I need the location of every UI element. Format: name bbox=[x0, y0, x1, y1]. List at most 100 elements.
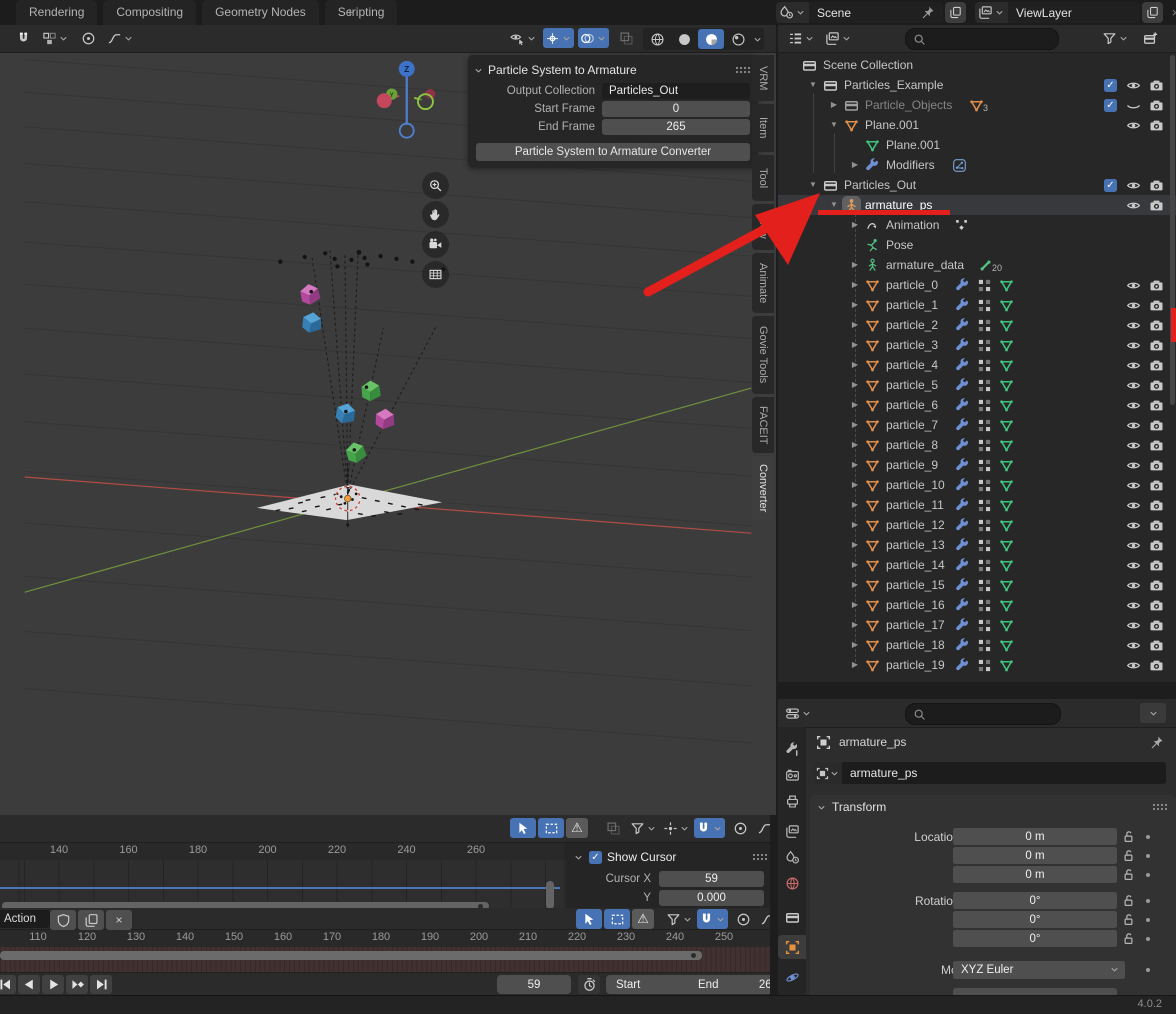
workspace-tab-geometry-nodes[interactable]: Geometry Nodes bbox=[202, 0, 319, 25]
disclosure-closed-icon[interactable]: ▶ bbox=[848, 355, 862, 375]
scale-field-partial[interactable] bbox=[953, 988, 1117, 995]
viewlayer-remove-button[interactable]: × bbox=[1165, 2, 1176, 23]
eye-toggle[interactable] bbox=[1126, 78, 1141, 93]
tree-button[interactable] bbox=[786, 28, 817, 48]
outliner-row-particle-14[interactable]: ▶particle_14 bbox=[778, 555, 1176, 575]
lock-icon[interactable] bbox=[1121, 829, 1136, 844]
breadcrumb-object-name[interactable]: armature_ps bbox=[839, 735, 906, 749]
sidebar-tab-tool[interactable]: Tool bbox=[752, 155, 774, 201]
outliner-row-particle-12[interactable]: ▶particle_12 bbox=[778, 515, 1176, 535]
meshdata-indicator[interactable] bbox=[999, 598, 1014, 613]
overlayic-button[interactable] bbox=[578, 28, 609, 48]
boxsel-button[interactable] bbox=[604, 909, 630, 929]
falloff-button[interactable] bbox=[105, 28, 136, 48]
use-preview-range-button[interactable] bbox=[578, 975, 600, 994]
field-output-collection[interactable]: Particles_Out bbox=[602, 83, 750, 99]
camera-toggle[interactable] bbox=[1149, 278, 1164, 293]
enable-checkbox[interactable]: ✓ bbox=[1104, 99, 1117, 112]
sidebar-tab-faceit[interactable]: FACEIT bbox=[752, 397, 774, 453]
ballmat-button[interactable] bbox=[698, 29, 724, 49]
outliner-row-animation[interactable]: ▶Animation bbox=[778, 215, 1176, 235]
camera-toggle[interactable] bbox=[1149, 658, 1164, 673]
scene-copy-button[interactable] bbox=[945, 2, 966, 23]
sidebar-tab-converter[interactable]: Converter bbox=[752, 456, 774, 520]
camera-toggle[interactable] bbox=[1149, 298, 1164, 313]
vgroup-indicator[interactable] bbox=[977, 298, 992, 313]
zoom-button[interactable] bbox=[422, 172, 449, 199]
outliner-row-armature-ps[interactable]: ▼armature_ps bbox=[778, 195, 1176, 215]
camera-toggle[interactable] bbox=[1149, 578, 1164, 593]
eye-toggle[interactable] bbox=[1126, 418, 1141, 433]
disclosure-open-icon[interactable]: ▼ bbox=[806, 175, 820, 195]
propcircle-button[interactable] bbox=[727, 818, 753, 838]
enable-checkbox[interactable]: ✓ bbox=[1104, 179, 1117, 192]
vgroup-indicator[interactable] bbox=[977, 518, 992, 533]
pan-button[interactable] bbox=[422, 201, 449, 228]
camera-toggle[interactable] bbox=[1149, 118, 1164, 133]
disclosure-closed-icon[interactable]: ▶ bbox=[848, 335, 862, 355]
meshdata-indicator[interactable] bbox=[999, 438, 1014, 453]
vgroup-indicator[interactable] bbox=[977, 358, 992, 373]
animate-dot[interactable] bbox=[1146, 937, 1150, 941]
cursor-button[interactable] bbox=[510, 818, 536, 838]
outliner-row-particle-3[interactable]: ▶particle_3 bbox=[778, 335, 1176, 355]
properties-tab-objsquare[interactable] bbox=[778, 935, 806, 959]
propcircle-button[interactable] bbox=[75, 28, 101, 48]
eye-toggle[interactable] bbox=[1126, 458, 1141, 473]
disclosure-closed-icon[interactable]: ▶ bbox=[848, 475, 862, 495]
properties-search-input[interactable] bbox=[905, 703, 1061, 725]
eyecursor-button[interactable] bbox=[508, 28, 539, 48]
outliner-row-particle-2[interactable]: ▶particle_2 bbox=[778, 315, 1176, 335]
animate-dot[interactable] bbox=[1146, 835, 1150, 839]
meshdata-indicator[interactable] bbox=[999, 278, 1014, 293]
eye-toggle[interactable] bbox=[1126, 338, 1141, 353]
outliner-row-pose[interactable]: Pose bbox=[778, 235, 1176, 255]
meshdata-indicator[interactable] bbox=[999, 338, 1014, 353]
vgroup-indicator[interactable] bbox=[977, 578, 992, 593]
dope-sheet-scrollbar[interactable] bbox=[0, 951, 702, 960]
properties-tab-output[interactable] bbox=[778, 789, 806, 813]
frame-end-field[interactable]: End 265 bbox=[688, 975, 770, 994]
workspace-tab-compositing[interactable]: Compositing bbox=[103, 0, 196, 25]
transform-value-field[interactable]: 0 m bbox=[953, 866, 1117, 883]
meshdata-indicator[interactable] bbox=[999, 618, 1014, 633]
disclosure-closed-icon[interactable]: ▶ bbox=[848, 555, 862, 575]
gizmoic-button[interactable] bbox=[543, 28, 574, 48]
outliner-row-particle-17[interactable]: ▶particle_17 bbox=[778, 615, 1176, 635]
disclosure-closed-icon[interactable]: ▶ bbox=[848, 315, 862, 335]
add-workspace-button[interactable]: + bbox=[340, 0, 360, 25]
field-start-frame[interactable]: 0 bbox=[602, 101, 750, 117]
nextkey-button[interactable] bbox=[66, 975, 88, 994]
outliner-row-particle-18[interactable]: ▶particle_18 bbox=[778, 635, 1176, 655]
wrench-indicator[interactable] bbox=[955, 338, 970, 353]
wrench-indicator[interactable] bbox=[955, 498, 970, 513]
outliner-search-input[interactable] bbox=[905, 28, 1059, 50]
disclosure-closed-icon[interactable]: ▶ bbox=[848, 255, 862, 275]
enable-checkbox[interactable]: ✓ bbox=[1104, 79, 1117, 92]
wrench-indicator[interactable] bbox=[955, 538, 970, 553]
viewlayer-copy-button[interactable] bbox=[1142, 2, 1163, 23]
collapse-chevron-icon[interactable] bbox=[573, 852, 584, 863]
disclosure-closed-icon[interactable]: ▶ bbox=[848, 375, 862, 395]
pin-icon[interactable] bbox=[1149, 735, 1164, 750]
camera-toggle[interactable] bbox=[1149, 638, 1164, 653]
disclosure-closed-icon[interactable]: ▶ bbox=[848, 575, 862, 595]
lock-icon[interactable] bbox=[1121, 912, 1136, 927]
outliner-row-particle-11[interactable]: ▶particle_11 bbox=[778, 495, 1176, 515]
outliner-row-particle-19[interactable]: ▶particle_19 bbox=[778, 655, 1176, 675]
falloff-button[interactable] bbox=[758, 909, 770, 929]
camera-toggle[interactable] bbox=[1149, 618, 1164, 633]
ballwire-button[interactable] bbox=[644, 29, 670, 49]
animate-dot[interactable] bbox=[1146, 873, 1150, 877]
vgroup-indicator[interactable] bbox=[977, 378, 992, 393]
sidebar-tab-animate[interactable]: Animate bbox=[752, 253, 774, 313]
snapinc-button[interactable] bbox=[40, 28, 71, 48]
scene-name-field[interactable]: Scene bbox=[809, 2, 943, 23]
camera-toggle[interactable] bbox=[1149, 178, 1164, 193]
rotation-mode-dropdown[interactable]: XYZ Euler bbox=[953, 961, 1125, 979]
meshdata-indicator[interactable] bbox=[999, 478, 1014, 493]
disclosure-closed-icon[interactable]: ▶ bbox=[848, 515, 862, 535]
magnet-button[interactable] bbox=[697, 909, 728, 929]
eye-toggle[interactable] bbox=[1126, 658, 1141, 673]
cursor-button[interactable] bbox=[576, 909, 602, 929]
